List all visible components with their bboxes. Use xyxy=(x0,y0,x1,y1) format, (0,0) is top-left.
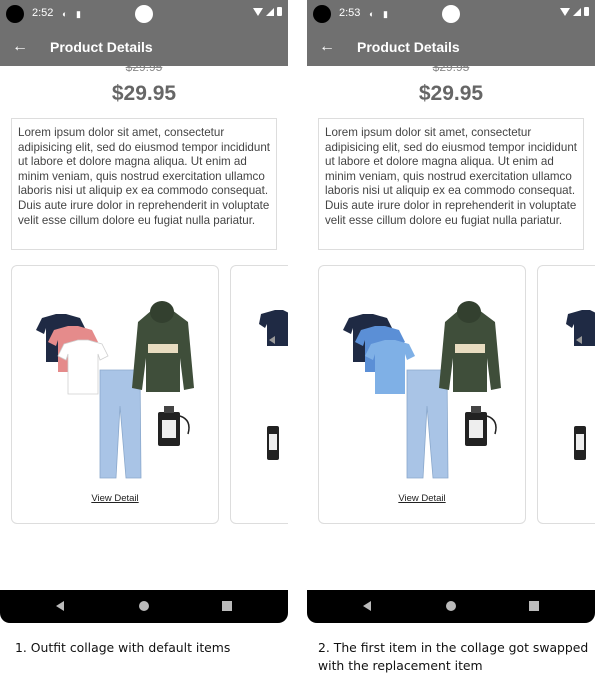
nav-recents-icon[interactable] xyxy=(222,601,232,611)
phone-screen-1: 2:52 ◐ ▮ ← Product Details $29.95 $29.95… xyxy=(0,0,288,623)
status-icons xyxy=(253,7,282,16)
nav-back-icon[interactable] xyxy=(363,601,371,611)
nav-recents-icon[interactable] xyxy=(529,601,539,611)
status-time: 2:53 xyxy=(339,7,361,19)
battery-icon xyxy=(277,7,282,16)
product-content[interactable]: $29.95 $29.95 Lorem ipsum dolor sit amet… xyxy=(0,66,288,590)
hoodie-image xyxy=(439,301,501,392)
next-collage-card-peek[interactable] xyxy=(230,265,288,524)
status-bar: 2:53 ◐ ▮ xyxy=(307,0,595,28)
system-nav-bar xyxy=(307,590,595,623)
previous-price: $29.95 xyxy=(432,66,470,74)
outfit-collage-card[interactable]: View Detail xyxy=(11,265,219,524)
signal-icon xyxy=(266,7,274,16)
system-nav-bar xyxy=(0,590,288,623)
status-icons xyxy=(560,7,589,16)
app-bar: ← Product Details xyxy=(307,28,595,66)
next-collage-image xyxy=(566,310,595,460)
previous-price: $29.95 xyxy=(125,66,163,74)
wifi-icon xyxy=(560,7,570,16)
view-detail-link[interactable]: View Detail xyxy=(12,493,218,504)
back-arrow-icon[interactable]: ← xyxy=(12,37,28,57)
caption-2: 2. The first item in the collage got swa… xyxy=(318,640,589,673)
product-description: Lorem ipsum dolor sit amet, consectetur … xyxy=(11,118,277,250)
page-title: Product Details xyxy=(357,39,460,55)
back-arrow-icon[interactable]: ← xyxy=(319,37,335,57)
view-detail-link[interactable]: View Detail xyxy=(319,493,525,504)
next-collage-image xyxy=(259,310,288,460)
notification-icon: ◐ xyxy=(62,9,68,19)
status-time: 2:52 xyxy=(32,7,54,19)
front-camera-icon xyxy=(135,5,153,23)
sd-card-icon: ▮ xyxy=(383,9,388,19)
phone-screen-2: 2:53 ◐ ▮ ← Product Details $29.95 $29.95… xyxy=(307,0,595,623)
product-description: Lorem ipsum dolor sit amet, consectetur … xyxy=(318,118,584,250)
wifi-icon xyxy=(253,7,263,16)
caption-1: 1. Outfit collage with default items xyxy=(15,640,231,655)
fragrance-image xyxy=(158,406,190,446)
outfit-collage-image xyxy=(36,301,194,479)
hoodie-image xyxy=(132,301,194,392)
product-price: $29.95 xyxy=(418,82,484,105)
camera-cutout xyxy=(6,5,24,23)
notification-icon: ◐ xyxy=(369,9,375,19)
fragrance-image xyxy=(465,406,497,446)
outfit-collage-card[interactable]: View Detail xyxy=(318,265,526,524)
signal-icon xyxy=(573,7,581,16)
product-content[interactable]: $29.95 $29.95 Lorem ipsum dolor sit amet… xyxy=(307,66,595,590)
nav-home-icon[interactable] xyxy=(139,601,149,611)
status-bar: 2:52 ◐ ▮ xyxy=(0,0,288,28)
battery-icon xyxy=(584,7,589,16)
nav-home-icon[interactable] xyxy=(446,601,456,611)
camera-cutout xyxy=(313,5,331,23)
product-price: $29.95 xyxy=(111,82,177,105)
outfit-collage-image xyxy=(343,301,501,479)
sd-card-icon: ▮ xyxy=(76,9,81,19)
page-title: Product Details xyxy=(50,39,153,55)
front-camera-icon xyxy=(442,5,460,23)
app-bar: ← Product Details xyxy=(0,28,288,66)
nav-back-icon[interactable] xyxy=(56,601,64,611)
next-collage-card-peek[interactable] xyxy=(537,265,595,524)
